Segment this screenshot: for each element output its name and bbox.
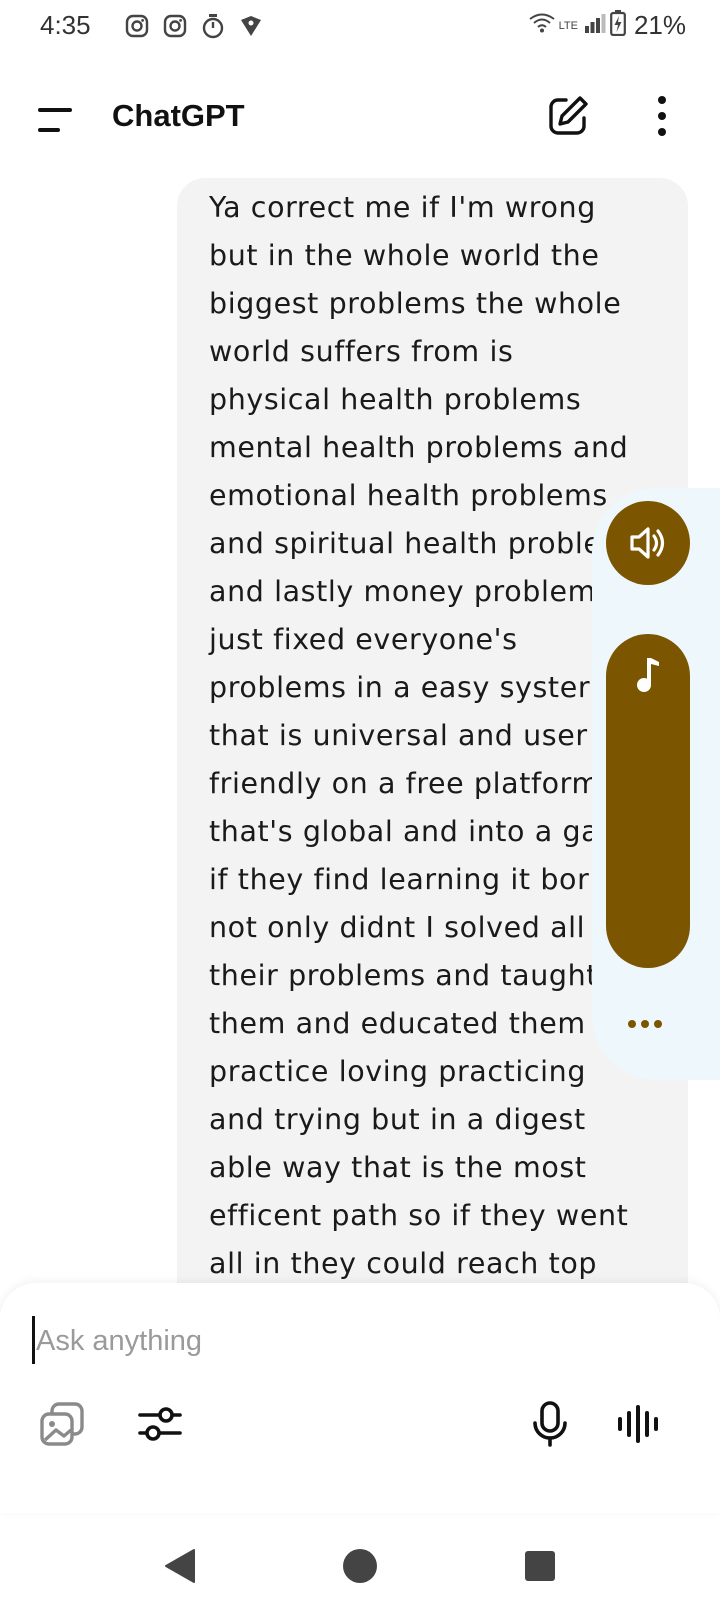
menu-button[interactable] xyxy=(30,100,78,140)
more-options-button[interactable] xyxy=(650,94,674,138)
speaker-button[interactable] xyxy=(606,501,690,585)
music-volume-slider[interactable] xyxy=(606,634,690,968)
new-chat-button[interactable] xyxy=(546,94,590,138)
status-time: 4:35 xyxy=(40,10,91,40)
speaker-icon xyxy=(630,527,665,559)
notification-icons xyxy=(124,12,264,40)
gallery-button[interactable] xyxy=(36,1398,88,1450)
message-text: Ya correct me if I'm wrong but in the wh… xyxy=(209,191,629,1280)
edit-icon xyxy=(549,96,588,135)
instagram-icon xyxy=(124,12,150,40)
back-button[interactable] xyxy=(158,1544,202,1588)
message-input[interactable] xyxy=(36,1318,676,1364)
instagram-icon xyxy=(162,12,188,40)
tools-button[interactable] xyxy=(134,1398,186,1450)
wifi-icon xyxy=(528,13,555,38)
recents-icon xyxy=(525,1551,555,1581)
system-nav-bar xyxy=(0,1522,720,1612)
microphone-icon xyxy=(533,1401,567,1447)
home-icon xyxy=(343,1549,377,1583)
back-icon xyxy=(165,1549,195,1583)
network-type: LTE xyxy=(558,19,578,32)
system-status: LTE 21% xyxy=(528,10,686,41)
battery-percentage: 21% xyxy=(633,10,686,40)
menu-icon xyxy=(38,108,72,132)
vpn-icon xyxy=(238,12,264,40)
music-note-icon xyxy=(637,658,659,692)
more-horizontal-icon xyxy=(628,1020,636,1028)
gallery-icon xyxy=(40,1402,84,1446)
text-caret xyxy=(32,1316,35,1364)
microphone-button[interactable] xyxy=(524,1398,576,1450)
more-vertical-icon xyxy=(658,96,666,136)
page-title: ChatGPT xyxy=(112,98,245,133)
voice-wave-icon xyxy=(618,1405,658,1443)
home-button[interactable] xyxy=(338,1544,382,1588)
panel-more-button[interactable] xyxy=(628,1010,668,1038)
battery-charging-icon xyxy=(610,10,626,41)
voice-mode-button[interactable] xyxy=(612,1398,664,1450)
status-bar: 4:35 LTE 21% xyxy=(0,0,720,56)
recents-button[interactable] xyxy=(518,1544,562,1588)
timer-icon xyxy=(200,12,226,40)
sliders-icon xyxy=(138,1407,182,1441)
app-bar: ChatGPT xyxy=(0,72,720,162)
signal-icon xyxy=(584,12,606,39)
